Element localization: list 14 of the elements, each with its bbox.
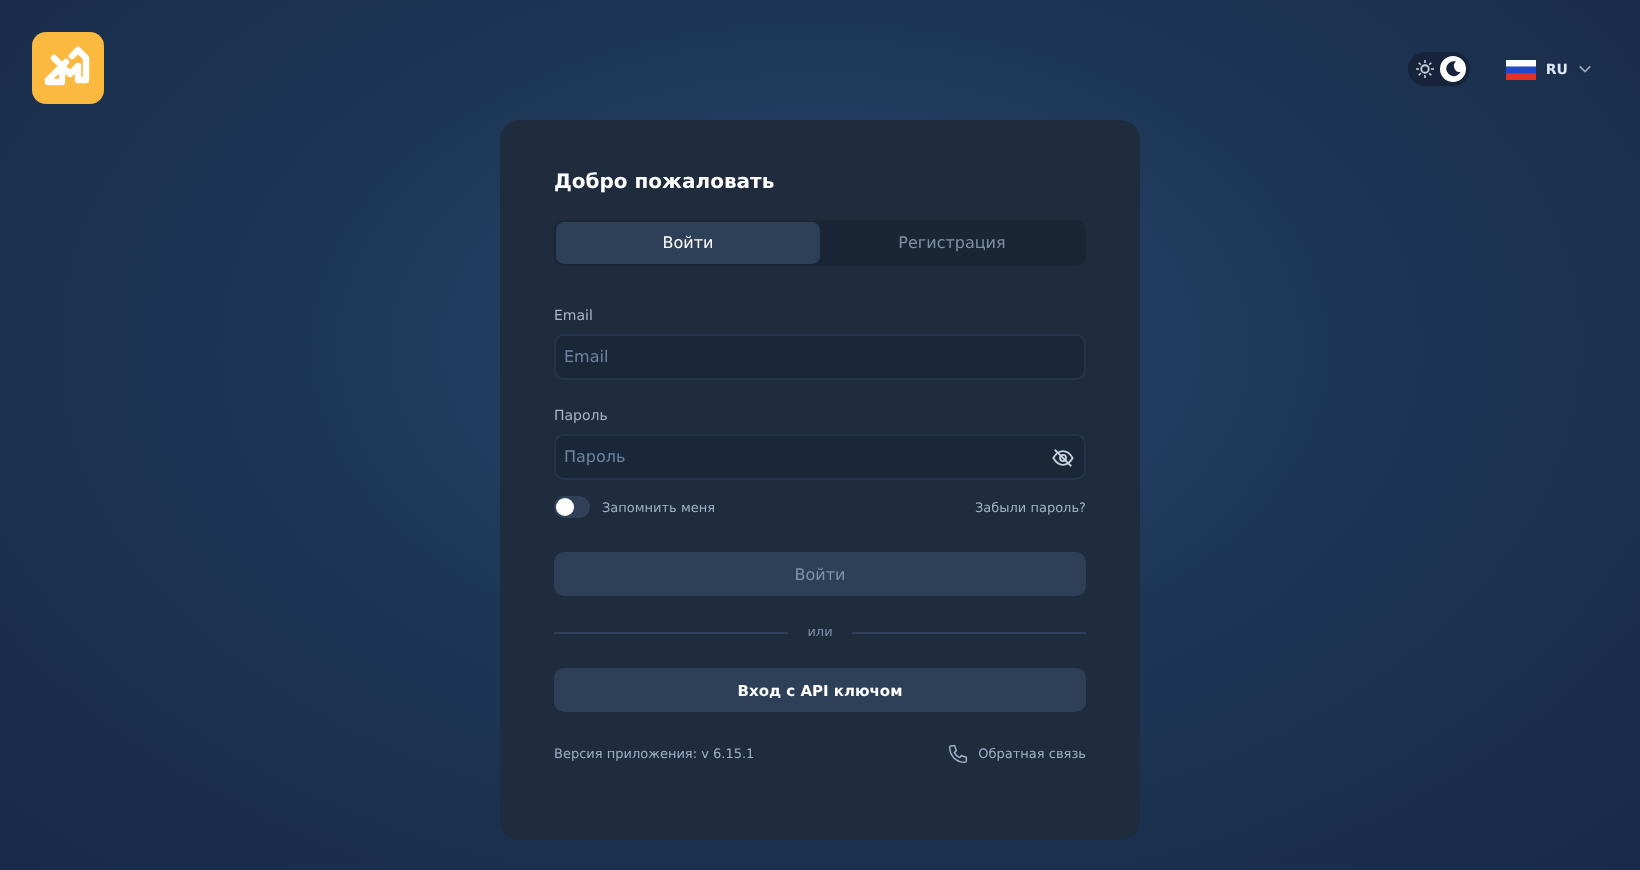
moon-icon (1443, 60, 1462, 78)
tab[interactable]: Регистрация (820, 222, 1084, 264)
phone-icon (948, 744, 969, 764)
eye-off-icon[interactable] (1052, 448, 1074, 468)
theme-toggle[interactable] (1407, 52, 1470, 86)
remember-switch[interactable] (554, 496, 590, 518)
sun-icon (1415, 60, 1434, 78)
chevron-down-icon (1578, 64, 1592, 74)
app-logo (32, 32, 104, 104)
password-field[interactable]: Пароль (554, 434, 1086, 480)
flag-icon (1505, 59, 1536, 79)
email-field[interactable]: Email (554, 334, 1086, 380)
tab[interactable]: Войти (556, 222, 820, 264)
card-title: Добро пожаловать (554, 172, 777, 194)
